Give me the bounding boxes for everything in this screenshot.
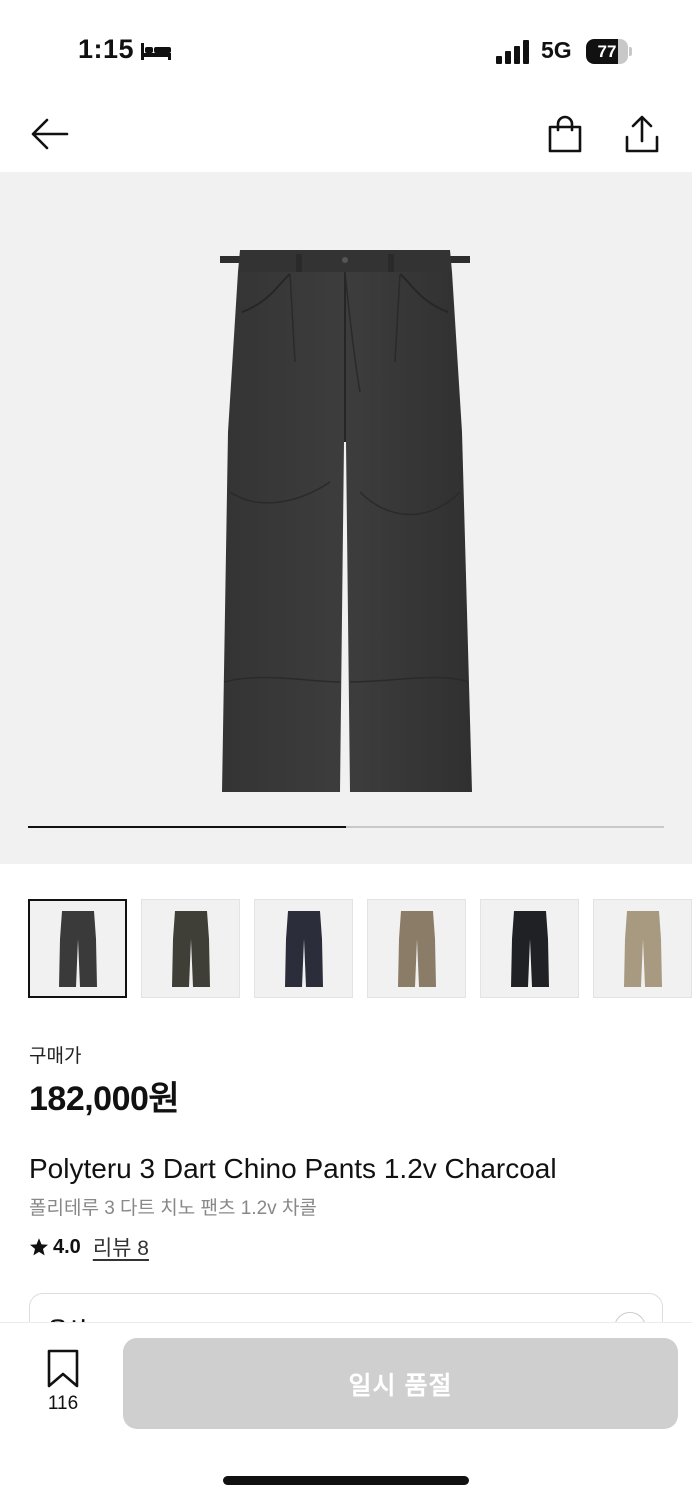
status-time: 1:15: [78, 34, 135, 64]
network-type: 5G: [541, 37, 572, 63]
thumbnail-strip: [28, 899, 692, 998]
top-nav: [0, 100, 692, 172]
battery-icon: 77: [586, 39, 632, 64]
thumbnail-pants-image: [171, 910, 210, 987]
thumbnail-pants-image: [397, 910, 436, 987]
battery-level: 77: [597, 42, 617, 61]
thumbnail-pants-image: [623, 910, 662, 987]
signal-icon: [496, 40, 529, 64]
back-button[interactable]: [27, 112, 71, 156]
gallery-progress-fill: [28, 826, 346, 828]
sleep-bed-icon: [141, 43, 171, 60]
product-image-pants: [220, 250, 472, 792]
product-image-gallery[interactable]: [0, 172, 692, 864]
home-indicator[interactable]: [223, 1476, 469, 1485]
product-name-korean: 폴리테루 3 다트 치노 팬츠 1.2v 차콜: [29, 1198, 317, 1219]
thumbnail-pants-image: [284, 910, 323, 987]
thumbnail-pants-image: [58, 910, 97, 987]
gallery-progress-track: [28, 826, 664, 828]
arrow-left-icon: [31, 118, 69, 150]
thumbnail-2[interactable]: [141, 899, 240, 998]
thumbnail-4[interactable]: [367, 899, 466, 998]
wishlist-button[interactable]: 116: [40, 1349, 86, 1419]
thumbnail-5[interactable]: [480, 899, 579, 998]
star-icon: [30, 1238, 48, 1256]
bottom-action-bar: 116 일시 품절: [0, 1323, 692, 1500]
rating-value: 4.0: [53, 1235, 81, 1258]
status-bar: 1:15 5G 77: [0, 0, 692, 100]
product-name-english: Polyteru 3 Dart Chino Pants 1.2v Charcoa…: [29, 1153, 557, 1184]
thumbnail-3[interactable]: [254, 899, 353, 998]
rating-row: 4.0 리뷰 8: [29, 1233, 149, 1261]
bookmark-icon: [47, 1349, 79, 1388]
wishlist-count: 116: [47, 1393, 79, 1414]
price-value: 182,000원: [29, 1080, 180, 1118]
thumbnail-pants-image: [510, 910, 549, 987]
share-button[interactable]: [620, 112, 664, 156]
sold-out-button[interactable]: 일시 품절: [123, 1338, 678, 1429]
shopping-bag-icon: [548, 115, 582, 153]
thumbnail-6[interactable]: [593, 899, 692, 998]
shopping-bag-button[interactable]: [543, 112, 587, 156]
thumbnail-1[interactable]: [28, 899, 127, 998]
price-label: 구매가: [29, 1046, 82, 1067]
review-link[interactable]: 리뷰 8: [93, 1232, 149, 1262]
share-icon: [625, 115, 659, 153]
